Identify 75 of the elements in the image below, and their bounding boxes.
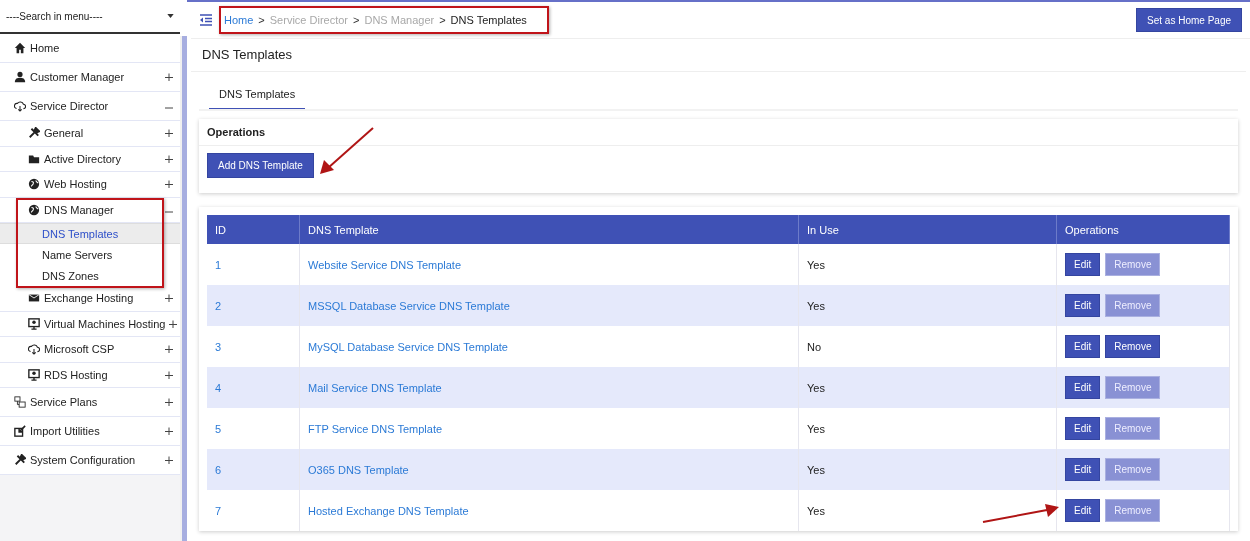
cloud-icon — [28, 343, 40, 356]
menu-icon — [199, 14, 213, 26]
globe-icon — [28, 178, 40, 191]
breadcrumb-separator: > — [353, 14, 360, 26]
person-icon — [14, 71, 26, 83]
add-template-button[interactable]: Add DNS Template — [207, 153, 314, 178]
sidebar-item[interactable]: DNS Templates — [0, 223, 180, 244]
table-cell: Yes — [798, 285, 1057, 326]
sidebar-item[interactable]: Exchange Hosting — [0, 286, 180, 312]
expand-icon — [165, 370, 173, 379]
table-cell: Yes — [798, 367, 1057, 408]
column-header: In Use — [798, 215, 1057, 244]
table-cell: 2 — [207, 285, 300, 326]
column-header: DNS Template — [299, 215, 799, 244]
monitor-icon — [28, 368, 40, 381]
template-link[interactable]: FTP Service DNS Template — [308, 422, 443, 435]
expand-icon — [165, 398, 173, 406]
expand-icon — [165, 180, 173, 189]
tab[interactable]: DNS Templates — [209, 86, 306, 109]
diagram-icon — [14, 396, 26, 408]
template-link[interactable]: O365 DNS Template — [308, 463, 409, 476]
breadcrumb-separator: > — [439, 14, 446, 26]
breadcrumb-link[interactable]: Home — [224, 14, 254, 26]
expand-icon — [165, 129, 173, 138]
edit-button[interactable]: Edit — [1065, 253, 1101, 276]
sidebar-item[interactable]: Web Hosting — [0, 172, 180, 198]
sidebar-item[interactable]: Microsoft CSP — [0, 337, 180, 363]
table-cell: 6 — [207, 449, 300, 490]
table-cell: 7 — [207, 490, 300, 531]
expand-icon — [165, 456, 173, 464]
page-title: DNS Templates — [191, 39, 1246, 72]
import-icon — [14, 425, 26, 437]
tools-icon — [14, 454, 26, 466]
table-cell: Yes — [798, 449, 1057, 490]
template-link[interactable]: MySQL Database Service DNS Template — [308, 340, 508, 353]
sidebar-item[interactable]: Service Plans — [0, 388, 180, 417]
sidebar-item[interactable]: RDS Hosting — [0, 362, 180, 388]
template-link[interactable]: Mail Service DNS Template — [308, 381, 442, 394]
globe-icon — [28, 203, 40, 216]
table-cell: 4 — [207, 367, 300, 408]
edit-button[interactable]: Edit — [1065, 417, 1101, 440]
expand-icon — [165, 427, 173, 435]
edit-button[interactable]: Edit — [1065, 376, 1101, 399]
expand-icon — [165, 73, 173, 81]
remove-button[interactable]: Remove — [1105, 335, 1161, 358]
column-header: Operations — [1056, 215, 1230, 244]
cloud-icon — [14, 100, 26, 112]
expand-icon — [165, 294, 173, 303]
sidebar-item[interactable]: Import Utilities — [0, 417, 180, 446]
breadcrumb-separator: > — [258, 14, 265, 26]
scrollbar[interactable] — [180, 36, 187, 541]
edit-button[interactable]: Edit — [1065, 335, 1101, 358]
sidebar-item[interactable]: Virtual Machines Hosting — [0, 311, 180, 337]
set-home-button[interactable]: Set as Home Page — [1136, 8, 1242, 32]
tools-icon — [28, 127, 40, 140]
sidebar-item[interactable]: DNS Zones — [0, 265, 180, 286]
search-dropdown[interactable]: ----Search in menu---- — [0, 0, 180, 34]
sidebar-item[interactable]: Active Directory — [0, 146, 180, 172]
expand-icon — [165, 154, 173, 163]
template-link[interactable]: Hosted Exchange DNS Template — [308, 504, 469, 517]
home-icon — [14, 42, 26, 54]
column-header: ID — [207, 215, 300, 244]
expand-icon — [165, 345, 173, 354]
expand-icon — [169, 319, 178, 328]
template-link[interactable]: Website Service DNS Template — [308, 258, 462, 271]
edit-button[interactable]: Edit — [1065, 499, 1101, 522]
card-title: Operations — [199, 119, 1238, 146]
template-link[interactable]: MSSQL Database Service DNS Template — [308, 299, 510, 312]
sidebar-item[interactable]: Name Servers — [0, 244, 180, 265]
sidebar-item[interactable]: General — [0, 121, 180, 147]
breadcrumb-current: DNS Templates — [450, 14, 527, 26]
edit-button[interactable]: Edit — [1065, 458, 1101, 481]
monitor-icon — [28, 317, 40, 330]
caret-icon — [167, 14, 174, 18]
edit-button[interactable]: Edit — [1065, 294, 1101, 317]
